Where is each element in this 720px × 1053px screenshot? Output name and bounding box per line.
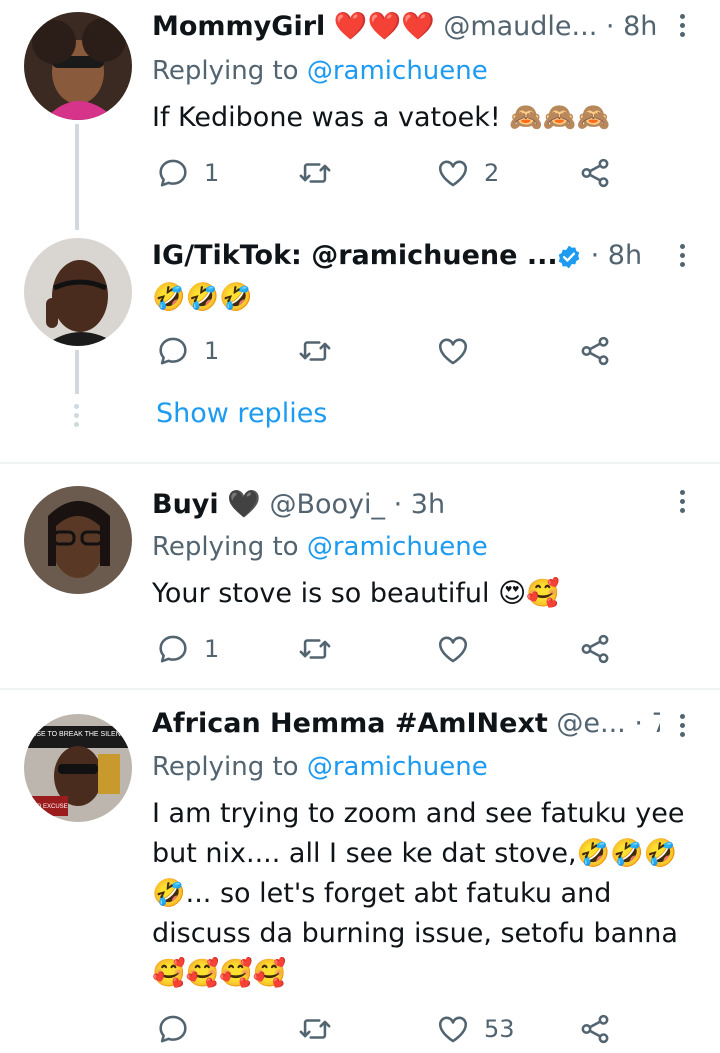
- separator: ·: [590, 240, 600, 271]
- display-name[interactable]: MommyGirl: [152, 11, 325, 42]
- tweet-text-line: discuss da burning issue, setofu banna: [152, 918, 678, 949]
- retweet-icon: [298, 156, 332, 190]
- timestamp[interactable]: 8h: [623, 11, 657, 42]
- share-button[interactable]: [578, 156, 612, 190]
- tweet-header: MommyGirl ❤️❤️❤️ @maudle... · 8h: [152, 10, 660, 50]
- thread-line: [75, 350, 79, 394]
- show-replies-link[interactable]: Show replies: [156, 398, 327, 429]
- separator: ·: [605, 11, 615, 42]
- separator: ·: [634, 708, 643, 739]
- share-icon: [578, 334, 612, 368]
- share-button[interactable]: [578, 1012, 612, 1046]
- retweet-icon: [298, 334, 332, 368]
- thread-dots: [74, 404, 79, 431]
- retweet-button[interactable]: [298, 156, 332, 190]
- timestamp[interactable]: 8h: [608, 240, 642, 271]
- handle[interactable]: @e...: [556, 708, 625, 739]
- tweet-text-line: but nix.... all I see ke dat stove,🤣🤣🤣: [152, 838, 678, 869]
- tweet-header-right: · 8h: [556, 240, 660, 280]
- separator: ·: [393, 489, 403, 520]
- reply-button[interactable]: 1: [156, 156, 219, 190]
- share-icon: [578, 632, 612, 666]
- reply-icon: [156, 334, 190, 368]
- tweet-text: I am trying to zoom and see fatuku yee b…: [152, 794, 692, 994]
- name-emoji: ❤️❤️❤️: [333, 11, 435, 42]
- retweet-button[interactable]: [298, 632, 332, 666]
- more-options-icon[interactable]: [680, 244, 686, 271]
- avatar-banner-text: I RISE TO BREAK THE SILENCE: [25, 731, 130, 738]
- action-bar: 1 2: [152, 156, 632, 196]
- timestamp[interactable]: 7h: [652, 708, 660, 739]
- heart-icon: [436, 1012, 470, 1046]
- tweet-1[interactable]: MommyGirl ❤️❤️❤️ @maudle... · 8h Replyin…: [0, 0, 720, 230]
- reply-count: 1: [204, 159, 220, 187]
- reply-icon: [156, 1012, 190, 1046]
- tweet-2[interactable]: IG/TikTok: @ramichuene ... · 8h 🤣🤣🤣 1 Sh…: [0, 230, 720, 462]
- replying-prefix: Replying to: [152, 56, 299, 86]
- display-name[interactable]: IG/TikTok: @ramichuene ...: [152, 240, 558, 271]
- reply-button[interactable]: 1: [156, 334, 219, 368]
- tweet-3[interactable]: Buyi 🖤 @Booyi_ · 3h Replying to @ramichu…: [0, 464, 720, 688]
- action-bar: 53: [152, 1012, 632, 1052]
- share-button[interactable]: [578, 334, 612, 368]
- tweet-text-line: 🤣... so let's forget abt fatuku and: [152, 878, 612, 909]
- name-emoji: 🖤: [227, 489, 261, 520]
- retweet-icon: [298, 632, 332, 666]
- replying-to: Replying to @ramichuene: [152, 752, 488, 782]
- reply-count: 1: [204, 635, 220, 663]
- display-name[interactable]: Buyi: [152, 489, 219, 520]
- replying-prefix: Replying to: [152, 752, 299, 782]
- avatar[interactable]: [24, 12, 132, 120]
- more-options-icon[interactable]: [680, 714, 686, 741]
- more-options-icon[interactable]: [680, 490, 686, 517]
- retweet-button[interactable]: [298, 1012, 332, 1046]
- tweet-text: 🤣🤣🤣: [152, 282, 253, 313]
- like-count: 2: [484, 159, 500, 187]
- mention-link[interactable]: @ramichuene: [307, 532, 488, 562]
- timestamp[interactable]: 3h: [411, 489, 445, 520]
- replying-prefix: Replying to: [152, 532, 299, 562]
- reply-icon: [156, 156, 190, 190]
- like-button[interactable]: [436, 632, 470, 666]
- tweet-text-line: 🥰🥰🥰🥰: [152, 958, 287, 989]
- tweet-text: Your stove is so beautiful 😍🥰: [152, 578, 560, 609]
- share-icon: [578, 156, 612, 190]
- share-button[interactable]: [578, 632, 612, 666]
- tweet-header: African Hemma #AmINext @e... · 7h: [152, 708, 660, 748]
- more-options-icon[interactable]: [680, 14, 686, 41]
- retweet-button[interactable]: [298, 334, 332, 368]
- avatar-sign-text: NO EXCUSE: [32, 804, 67, 810]
- heart-icon: [436, 156, 470, 190]
- handle[interactable]: @Booyi_: [269, 489, 385, 520]
- verified-badge-icon: [558, 245, 580, 268]
- tweet-4[interactable]: I RISE TO BREAK THE SILENCE NO EXCUSE Afr…: [0, 690, 720, 1053]
- tweet-text: If Kedibone was a vatoek! 🙈🙈🙈: [152, 102, 611, 133]
- thread-line: [75, 124, 79, 230]
- reply-count: 1: [204, 337, 220, 365]
- replying-to: Replying to @ramichuene: [152, 56, 488, 86]
- tweet-header: Buyi 🖤 @Booyi_ · 3h: [152, 488, 660, 528]
- avatar[interactable]: [24, 486, 132, 594]
- reply-icon: [156, 632, 190, 666]
- tweet-text-line: I am trying to zoom and see fatuku yee: [152, 798, 685, 829]
- action-bar: 1: [152, 632, 632, 672]
- like-button[interactable]: 2: [436, 156, 499, 190]
- display-name[interactable]: African Hemma #AmINext: [152, 708, 548, 739]
- heart-icon: [436, 334, 470, 368]
- mention-link[interactable]: @ramichuene: [307, 56, 488, 86]
- share-icon: [578, 1012, 612, 1046]
- reply-button[interactable]: [156, 1012, 190, 1046]
- mention-link[interactable]: @ramichuene: [307, 752, 488, 782]
- avatar[interactable]: I RISE TO BREAK THE SILENCE NO EXCUSE: [24, 714, 132, 822]
- retweet-icon: [298, 1012, 332, 1046]
- reply-button[interactable]: 1: [156, 632, 219, 666]
- heart-icon: [436, 632, 470, 666]
- like-count: 53: [484, 1015, 515, 1043]
- replying-to: Replying to @ramichuene: [152, 532, 488, 562]
- like-button[interactable]: 53: [436, 1012, 515, 1046]
- handle[interactable]: @maudle...: [443, 11, 597, 42]
- avatar[interactable]: [24, 238, 132, 346]
- action-bar: 1: [152, 334, 632, 374]
- like-button[interactable]: [436, 334, 470, 368]
